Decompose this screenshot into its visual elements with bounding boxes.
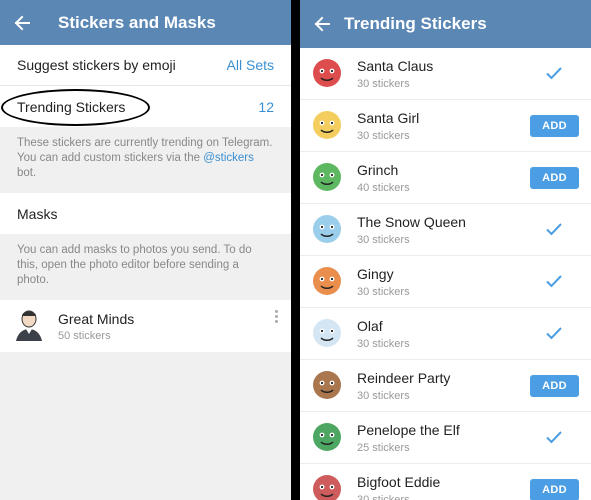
- page-title: Stickers and Masks: [58, 12, 216, 32]
- check-icon[interactable]: [545, 220, 563, 238]
- info-text-end: bot.: [17, 167, 37, 179]
- sticker-thumbnail-icon: [308, 159, 346, 197]
- sticker-thumbnail-icon: [308, 471, 346, 500]
- suggest-stickers-value: All Sets: [226, 57, 274, 73]
- sticker-set-name: Santa Claus: [357, 57, 434, 74]
- page-title: Trending Stickers: [344, 14, 487, 33]
- sticker-set-row[interactable]: Olaf 30 stickers: [300, 308, 591, 360]
- sticker-set-row[interactable]: Grinch 40 stickers ADD: [300, 152, 591, 204]
- sticker-set-name: Santa Girl: [357, 109, 420, 126]
- sticker-thumbnail-icon: [308, 211, 346, 249]
- add-button[interactable]: ADD: [530, 167, 579, 189]
- sticker-set-row[interactable]: The Snow Queen 30 stickers: [300, 204, 591, 256]
- check-icon[interactable]: [545, 272, 563, 290]
- sticker-set-name: Olaf: [357, 317, 383, 334]
- sticker-set-row[interactable]: Gingy 30 stickers: [300, 256, 591, 308]
- sticker-set-count: 25 stickers: [357, 441, 410, 454]
- back-arrow-icon[interactable]: [300, 2, 344, 47]
- sticker-thumbnail-icon: [308, 315, 346, 353]
- sticker-set-row[interactable]: Santa Claus 30 stickers: [300, 48, 591, 100]
- check-icon[interactable]: [545, 64, 563, 82]
- great-minds-set-row[interactable]: Great Minds 50 stickers: [0, 300, 291, 352]
- set-name: Great Minds: [58, 310, 135, 327]
- sticker-set-row[interactable]: Bigfoot Eddie 30 stickers ADD: [300, 464, 591, 500]
- masks-info-text: You can add masks to photos you send. To…: [0, 234, 291, 300]
- add-button[interactable]: ADD: [530, 115, 579, 137]
- stickers-and-masks-screen: Stickers and Masks Suggest stickers by e…: [0, 0, 291, 500]
- panel-divider: [291, 0, 300, 500]
- sticker-thumbnail-icon: [308, 367, 346, 405]
- set-count: 50 stickers: [58, 329, 111, 342]
- sticker-list: Santa Claus 30 stickers Santa Girl 30 stick…: [300, 48, 591, 500]
- sticker-set-row[interactable]: Santa Girl 30 stickers ADD: [300, 100, 591, 152]
- sticker-set-count: 30 stickers: [357, 337, 410, 350]
- masks-row[interactable]: Masks: [0, 193, 291, 234]
- sticker-set-count: 40 stickers: [357, 181, 410, 194]
- sticker-set-name: Penelope the Elf: [357, 421, 460, 438]
- sticker-set-count: 30 stickers: [357, 389, 410, 402]
- sticker-set-name: The Snow Queen: [357, 213, 466, 230]
- screen: Stickers and Masks Suggest stickers by e…: [0, 0, 591, 500]
- suggest-stickers-label: Suggest stickers by emoji: [17, 57, 176, 73]
- sticker-set-count: 30 stickers: [357, 233, 410, 246]
- trending-stickers-screen: Trending Stickers Santa Claus 30 stickers…: [300, 0, 591, 500]
- check-icon[interactable]: [545, 428, 563, 446]
- trending-stickers-count: 12: [258, 98, 274, 115]
- check-icon[interactable]: [545, 324, 563, 342]
- trending-stickers-label: Trending Stickers: [17, 98, 126, 115]
- trending-stickers-row[interactable]: Trending Stickers 12: [0, 86, 291, 127]
- sticker-set-row[interactable]: Reindeer Party 30 stickers ADD: [300, 360, 591, 412]
- add-button[interactable]: ADD: [530, 479, 579, 500]
- great-minds-sticker-icon: [10, 305, 48, 348]
- sticker-thumbnail-icon: [308, 263, 346, 301]
- sticker-set-name: Gingy: [357, 265, 394, 282]
- trending-info-text: These stickers are currently trending on…: [0, 127, 291, 193]
- sticker-thumbnail-icon: [308, 107, 346, 145]
- sticker-thumbnail-icon: [308, 419, 346, 457]
- suggest-stickers-row[interactable]: Suggest stickers by emoji All Sets: [0, 45, 291, 86]
- back-arrow-icon[interactable]: [0, 0, 44, 45]
- sticker-set-name: Grinch: [357, 161, 399, 178]
- sticker-set-row[interactable]: Penelope the Elf 25 stickers: [300, 412, 591, 464]
- sticker-set-count: 30 stickers: [357, 129, 410, 142]
- add-button[interactable]: ADD: [530, 375, 579, 397]
- sticker-set-name: Reindeer Party: [357, 369, 451, 386]
- sticker-set-count: 30 stickers: [357, 493, 410, 500]
- sticker-set-count: 30 stickers: [357, 77, 410, 90]
- sticker-set-name: Bigfoot Eddie: [357, 473, 441, 490]
- app-bar: Stickers and Masks: [0, 0, 291, 45]
- sticker-set-count: 30 stickers: [357, 285, 410, 298]
- sticker-thumbnail-icon: [308, 55, 346, 93]
- stickers-bot-link[interactable]: @stickers: [203, 152, 254, 164]
- more-options-icon[interactable]: [273, 310, 279, 323]
- masks-label: Masks: [17, 205, 58, 222]
- app-bar: Trending Stickers: [300, 0, 591, 48]
